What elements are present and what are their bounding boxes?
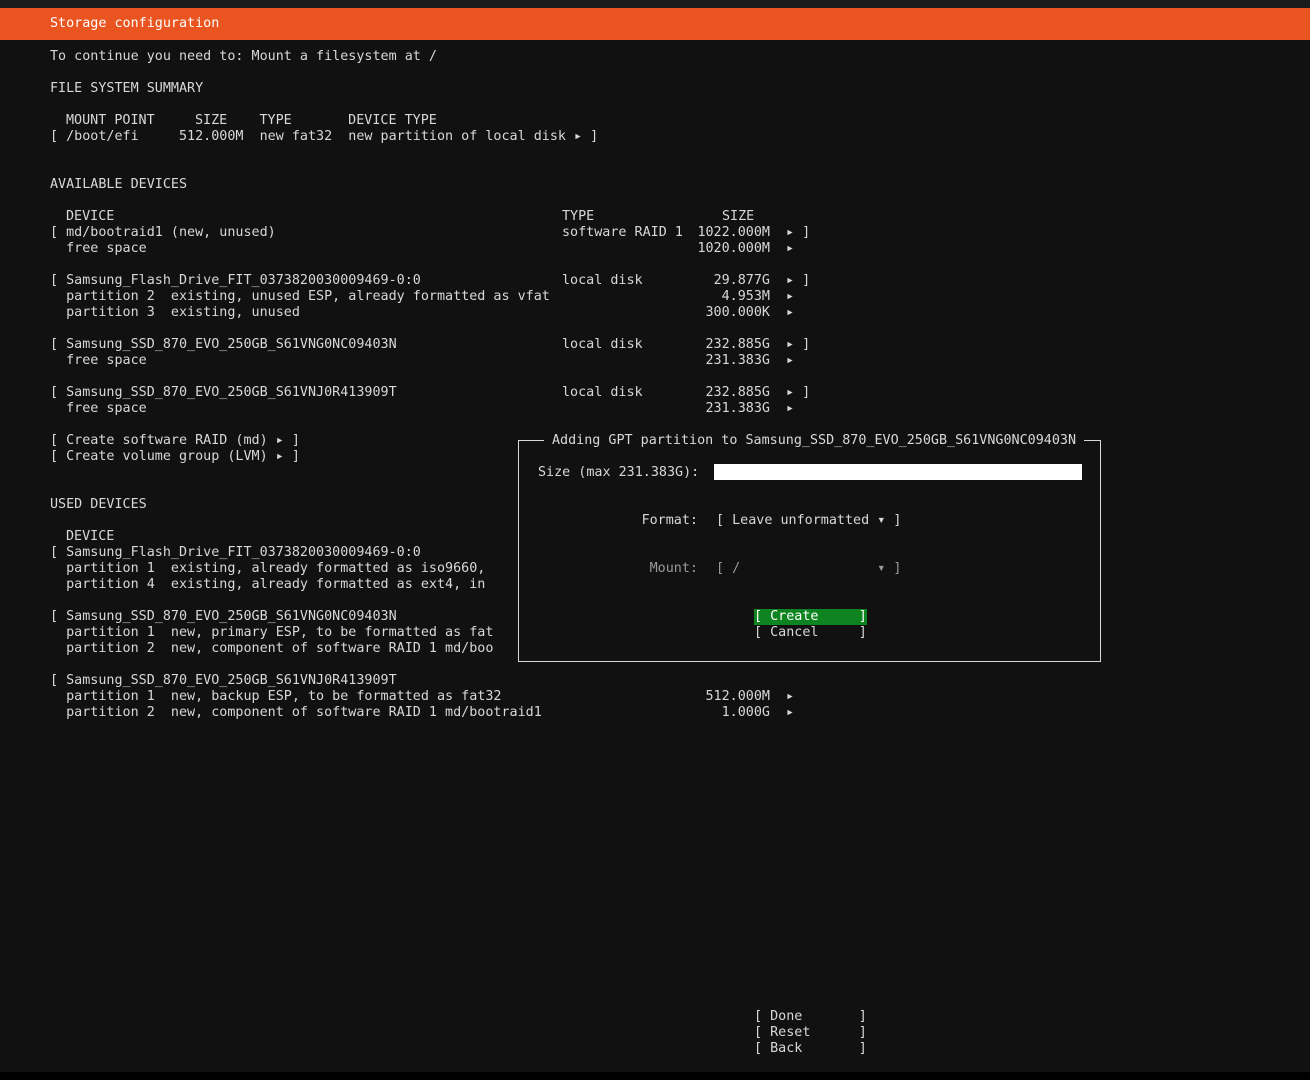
device-size: 231.383G — [705, 353, 771, 368]
device-name: partition 1 new, backup ESP, to be forma… — [50, 689, 502, 704]
device-size: 512.000M — [705, 689, 771, 704]
page-title: Storage configuration — [50, 16, 220, 31]
row-menu-arrow-icon[interactable]: ▸ ] — [786, 385, 810, 401]
device-name: [ Samsung_SSD_870_EVO_250GB_S61VNG0NC094… — [50, 337, 397, 352]
device-name: free space — [50, 241, 147, 256]
device-size: 231.383G — [705, 401, 771, 416]
device-size: 1.000G — [721, 705, 770, 720]
dialog-title: Adding GPT partition to Samsung_SSD_870_… — [544, 433, 1085, 449]
done-button[interactable]: [ Done ] — [754, 1009, 867, 1025]
instruction-text: To continue you need to: Mount a filesys… — [50, 49, 437, 64]
back-button[interactable]: [ Back ] — [754, 1041, 867, 1057]
row-menu-arrow-icon[interactable]: ▸ ] — [786, 273, 810, 289]
title-bar: Storage configuration — [0, 8, 1310, 40]
row-menu-arrow-icon[interactable]: ▸ — [786, 401, 794, 417]
bottom-strip — [0, 1072, 1310, 1080]
used-device-row[interactable]: partition 2 new, component of software R… — [50, 641, 493, 657]
device-size: 1020.000M — [697, 241, 770, 256]
device-name: [ Samsung_Flash_Drive_FIT_03738200300094… — [50, 273, 421, 288]
reset-button[interactable]: [ Reset ] — [754, 1025, 867, 1041]
used-device-row[interactable]: [ Samsung_SSD_870_EVO_250GB_S61VNG0NC094… — [50, 609, 397, 625]
top-strip — [0, 0, 1310, 8]
device-size: 29.877G — [713, 273, 770, 288]
device-type: local disk — [562, 385, 643, 400]
fs-summary-heading: FILE SYSTEM SUMMARY — [50, 81, 204, 96]
used-device-row[interactable]: [ Samsung_SSD_870_EVO_250GB_S61VNJ0R4139… — [50, 673, 397, 689]
available-header-size: SIZE — [722, 209, 755, 224]
device-type: local disk — [562, 273, 643, 288]
device-name: free space — [50, 401, 147, 416]
device-name: [ Samsung_SSD_870_EVO_250GB_S61VNJ0R4139… — [50, 385, 397, 400]
device-name: partition 2 new, component of software R… — [50, 705, 542, 720]
device-size: 300.000K — [705, 305, 771, 320]
available-devices-heading: AVAILABLE DEVICES — [50, 177, 188, 192]
create-volume-group-button[interactable]: [ Create volume group (LVM) ▸ ] — [50, 449, 300, 465]
available-header-device: DEVICE — [66, 209, 115, 224]
fs-summary-row-boot-efi[interactable]: [ /boot/efi 512.000M new fat32 new parti… — [50, 129, 598, 145]
used-device-row[interactable]: partition 4 existing, already formatted … — [50, 577, 485, 593]
device-size: 232.885G — [705, 385, 771, 400]
mount-select: [ / ▾ ] — [716, 561, 902, 576]
available-header-type: TYPE — [562, 209, 595, 224]
device-name: [ md/bootraid1 (new, unused) — [50, 225, 276, 240]
row-menu-arrow-icon[interactable]: ▸ — [786, 289, 794, 305]
row-menu-arrow-icon[interactable]: ▸ — [786, 689, 794, 705]
row-menu-arrow-icon[interactable]: ▸ — [786, 705, 794, 721]
device-type: local disk — [562, 337, 643, 352]
row-menu-arrow-icon[interactable]: ▸ — [786, 305, 794, 321]
format-select[interactable]: [ Leave unformatted ▾ ] — [716, 513, 901, 529]
device-name: partition 2 existing, unused ESP, alread… — [50, 289, 550, 304]
create-software-raid-button[interactable]: [ Create software RAID (md) ▸ ] — [50, 433, 300, 449]
device-size: 232.885G — [705, 337, 771, 352]
device-name: free space — [50, 353, 147, 368]
used-devices-heading: USED DEVICES — [50, 497, 147, 512]
used-device-row[interactable]: partition 1 new, primary ESP, to be form… — [50, 625, 493, 641]
used-header-device: DEVICE — [66, 529, 115, 544]
device-size: 4.953M — [721, 289, 770, 304]
cancel-button[interactable]: [ Cancel ] — [754, 625, 867, 641]
row-menu-arrow-icon[interactable]: ▸ ] — [786, 337, 810, 353]
fs-summary-header: MOUNT POINT SIZE TYPE DEVICE TYPE — [66, 113, 437, 128]
format-label: Format: — [641, 513, 698, 528]
mount-label: Mount: — [649, 561, 698, 576]
used-device-row[interactable]: partition 1 existing, already formatted … — [50, 561, 485, 577]
used-device-row[interactable]: [ Samsung_Flash_Drive_FIT_03738200300094… — [50, 545, 421, 561]
row-menu-arrow-icon[interactable]: ▸ ] — [786, 225, 810, 241]
size-input[interactable] — [714, 464, 1082, 480]
device-name: partition 3 existing, unused — [50, 305, 300, 320]
device-size: 1022.000M — [697, 225, 770, 240]
row-menu-arrow-icon[interactable]: ▸ — [786, 241, 794, 257]
row-menu-arrow-icon[interactable]: ▸ — [786, 353, 794, 369]
size-label: Size (max 231.383G): — [538, 465, 700, 480]
create-button[interactable]: [ Create ] — [754, 609, 867, 625]
